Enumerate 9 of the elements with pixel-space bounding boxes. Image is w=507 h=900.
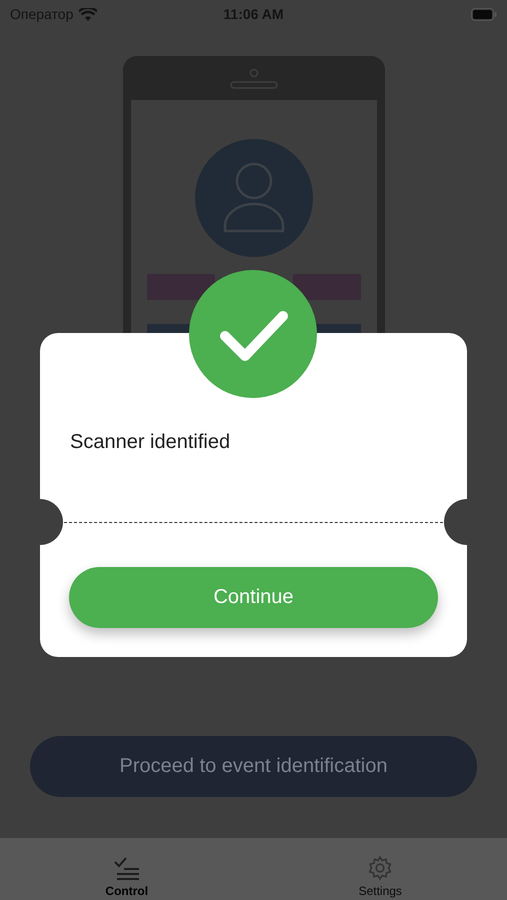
tab[interactable]: Settings [254, 838, 507, 900]
continue-button[interactable]: Continue [69, 567, 438, 628]
battery-icon [471, 8, 497, 20]
wifi-icon [79, 8, 98, 20]
settings-icon [367, 855, 394, 881]
checklist-icon [112, 857, 141, 881]
dialog-message: Scanner identified [70, 431, 230, 454]
tab[interactable]: Control [0, 838, 254, 900]
proceed-button[interactable]: Proceed to event identification [30, 736, 477, 797]
